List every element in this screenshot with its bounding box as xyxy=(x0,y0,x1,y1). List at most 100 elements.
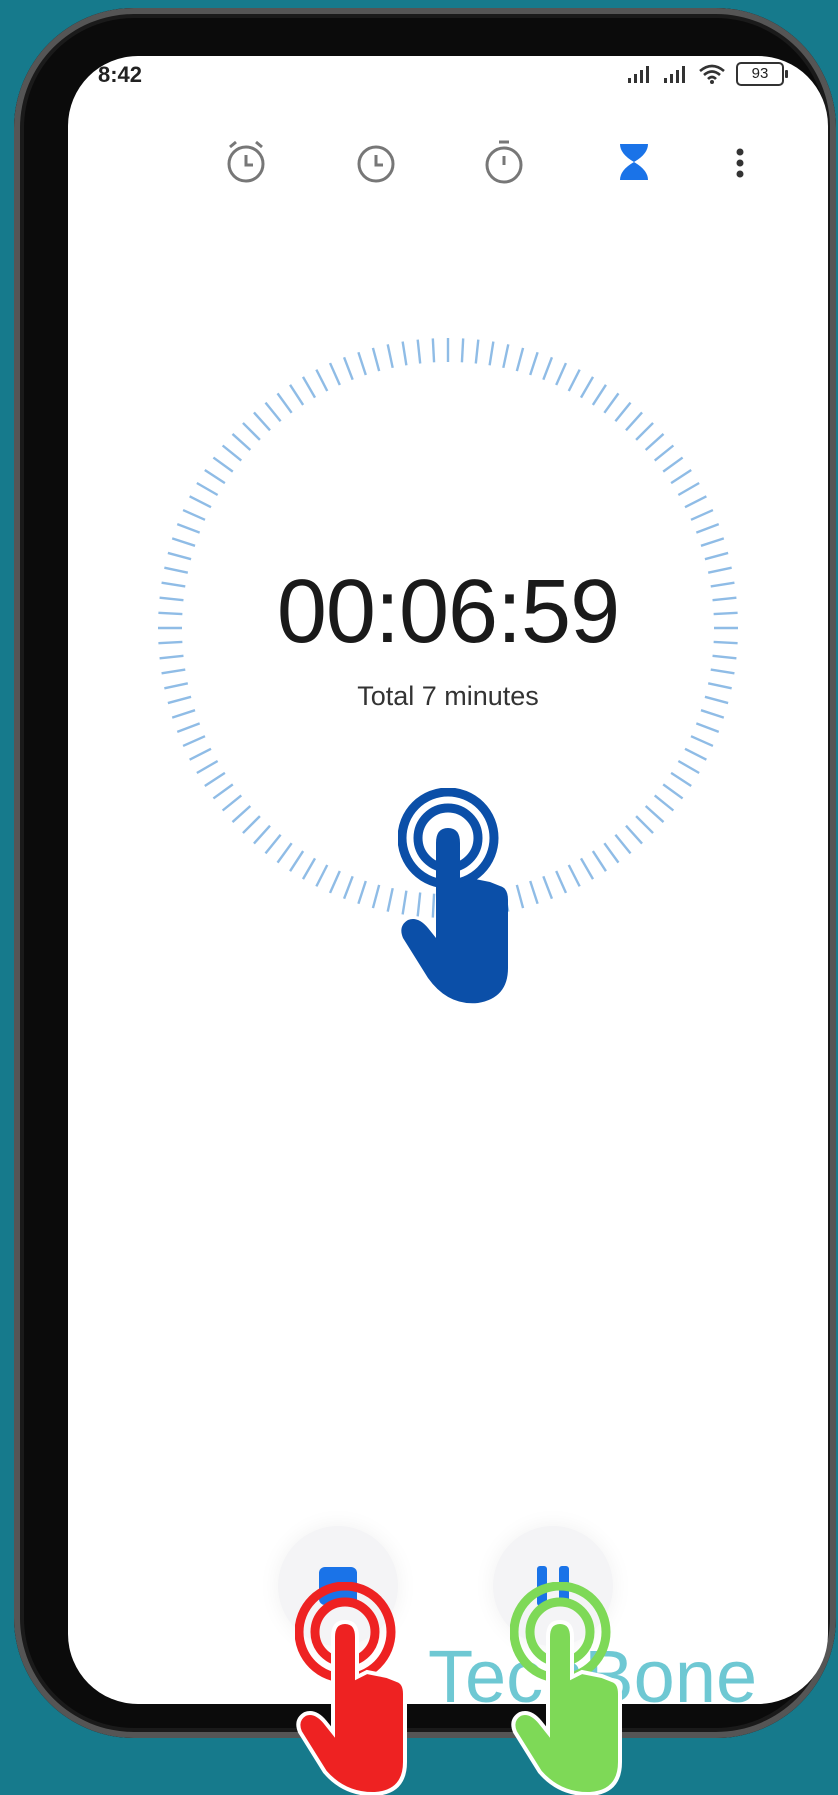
battery-indicator: 93 xyxy=(736,62,788,86)
ring-tick xyxy=(603,842,620,864)
ring-tick xyxy=(431,338,436,363)
ring-tick xyxy=(644,805,665,823)
ring-tick xyxy=(242,815,261,834)
tab-timer[interactable] xyxy=(606,134,662,190)
ring-tick xyxy=(401,341,408,366)
ring-tick xyxy=(502,344,510,369)
world-clock-icon xyxy=(357,145,395,183)
ring-tick xyxy=(690,508,714,521)
ring-tick xyxy=(662,783,684,800)
ring-tick xyxy=(182,735,206,748)
ring-tick xyxy=(171,537,196,547)
ring-tick xyxy=(196,759,219,775)
ring-tick xyxy=(670,469,692,485)
ring-tick xyxy=(515,347,525,372)
ring-tick xyxy=(204,469,226,485)
ring-tick xyxy=(253,824,271,845)
ring-tick xyxy=(264,401,282,423)
more-options-button[interactable] xyxy=(720,134,760,190)
ring-tick xyxy=(231,805,252,823)
ring-tick xyxy=(677,481,700,497)
wifi-icon xyxy=(699,64,725,84)
ring-tick xyxy=(167,551,192,561)
ring-tick xyxy=(328,362,341,386)
ring-tick xyxy=(555,870,568,894)
ring-tick xyxy=(289,850,305,872)
ring-tick xyxy=(315,369,329,392)
timer-remaining: 00:06:59 xyxy=(276,562,620,662)
tap-hand-icon xyxy=(398,788,508,1004)
ring-tick xyxy=(591,850,607,872)
ring-tick xyxy=(579,857,595,880)
ring-tick xyxy=(690,735,714,748)
ring-tick xyxy=(328,870,341,894)
ring-tick xyxy=(221,444,243,462)
ring-tick xyxy=(710,668,735,675)
ring-tick xyxy=(662,456,684,473)
ring-tick xyxy=(264,833,282,855)
ring-tick xyxy=(614,833,632,855)
ring-tick xyxy=(488,341,495,366)
ring-tick xyxy=(182,508,206,521)
ring-tick xyxy=(242,422,261,441)
ring-tick xyxy=(644,433,665,451)
ring-tick xyxy=(625,411,643,432)
stopwatch-icon xyxy=(485,140,523,184)
status-time: 8:42 xyxy=(98,62,143,87)
ring-tick xyxy=(342,356,354,381)
ring-tick xyxy=(567,864,581,887)
ring-tick xyxy=(684,747,707,761)
ring-tick xyxy=(386,887,394,912)
tab-stopwatch[interactable] xyxy=(476,134,532,190)
ring-tick xyxy=(416,339,422,364)
ring-tick xyxy=(276,842,293,864)
ring-tick xyxy=(189,495,212,509)
ring-tick xyxy=(276,392,293,414)
ring-tick xyxy=(591,384,607,406)
tab-alarm[interactable] xyxy=(218,134,274,190)
ring-tick xyxy=(603,392,620,414)
tap-hand-stop-icon xyxy=(295,1582,407,1795)
ring-tick xyxy=(301,857,317,880)
more-vertical-icon xyxy=(736,148,744,178)
ring-tick xyxy=(357,351,367,376)
timer-icon xyxy=(620,144,648,180)
ring-tick xyxy=(315,864,329,887)
ring-tick xyxy=(542,356,554,381)
ring-tick xyxy=(301,376,317,399)
ring-tick xyxy=(212,783,234,800)
ring-tick xyxy=(695,522,720,534)
ring-tick xyxy=(614,401,632,423)
ring-tick xyxy=(342,875,354,900)
ring-tick xyxy=(555,362,568,386)
ring-tick xyxy=(635,815,654,834)
timer-total-label: Total 7 minutes xyxy=(357,681,539,711)
signal-icon xyxy=(664,66,685,83)
ring-tick xyxy=(625,824,643,845)
ring-tick xyxy=(189,747,212,761)
ring-tick xyxy=(289,384,305,406)
ring-tick xyxy=(176,722,201,734)
ring-tick xyxy=(542,875,554,900)
ring-tick xyxy=(635,422,654,441)
ring-tick xyxy=(677,759,700,775)
ring-tick xyxy=(253,411,271,432)
ring-tick xyxy=(684,495,707,509)
ring-tick xyxy=(176,522,201,534)
alarm-icon xyxy=(227,140,265,183)
ring-tick xyxy=(653,794,675,812)
ring-tick xyxy=(371,884,381,909)
ring-tick xyxy=(161,668,186,675)
ring-tick xyxy=(196,481,219,497)
ring-tick xyxy=(212,456,234,473)
ring-tick xyxy=(204,771,226,787)
ring-tick xyxy=(474,339,480,364)
ring-tick xyxy=(386,344,394,369)
tab-clock[interactable] xyxy=(348,134,404,190)
ring-tick xyxy=(670,771,692,787)
ring-tick xyxy=(221,794,243,812)
ring-tick xyxy=(579,376,595,399)
ring-tick xyxy=(357,880,367,905)
status-icons: 93 xyxy=(626,62,788,86)
ring-tick xyxy=(567,369,581,392)
